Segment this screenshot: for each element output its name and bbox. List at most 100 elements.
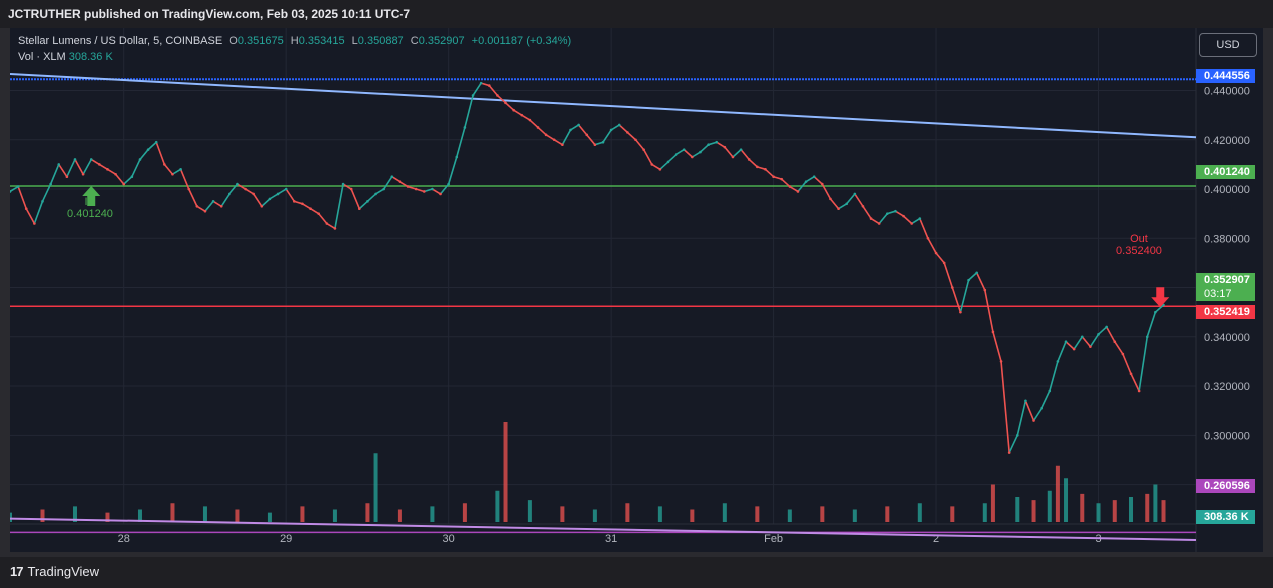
volume-bar <box>1080 493 1085 522</box>
price-point <box>293 200 296 203</box>
price-point <box>528 118 532 122</box>
open-value: 0.351675 <box>237 35 284 47</box>
exit-line-price-tag: 0.352419 <box>1196 305 1255 319</box>
x-tick-label: 29 <box>280 533 292 545</box>
volume-bar <box>10 512 12 522</box>
volume-bar <box>1096 503 1101 522</box>
price-point <box>682 148 686 151</box>
price-point <box>1064 340 1068 344</box>
change-value: +0.001187 (+0.34%) <box>471 35 572 47</box>
out-marker-label: Out 0.352400 <box>1104 233 1174 257</box>
price-point <box>926 236 930 240</box>
volume-label[interactable]: Vol · XLM <box>18 51 66 63</box>
price-point <box>398 180 402 183</box>
volume-bar <box>373 453 378 522</box>
price-point <box>999 360 1003 363</box>
price-point <box>1024 399 1027 403</box>
publisher-bar: JCTRUTHER published on TradingView.com, … <box>0 0 1273 28</box>
price-point <box>496 94 499 97</box>
volume-bar <box>462 503 467 522</box>
price-point <box>89 158 93 161</box>
price-point <box>869 217 873 220</box>
price-point <box>130 175 134 179</box>
price-point <box>171 172 174 176</box>
volume-bar <box>657 506 662 522</box>
volume-bar <box>1153 484 1158 522</box>
price-point <box>431 187 434 191</box>
price-point <box>796 190 800 193</box>
volume-bar <box>1112 500 1117 522</box>
volume-bar <box>885 506 890 522</box>
price-point <box>821 182 824 186</box>
price-point <box>918 217 922 220</box>
price-point <box>122 182 126 186</box>
volume-bar <box>1145 493 1150 522</box>
high-value: 0.353415 <box>298 35 345 47</box>
price-point <box>756 165 759 169</box>
price-point <box>341 182 345 186</box>
price-point <box>236 182 239 186</box>
y-tick-label: 0.380000 <box>1204 233 1250 245</box>
upper-line-price-tag: 0.444556 <box>1196 69 1255 83</box>
price-point <box>1072 347 1076 351</box>
price-point <box>764 168 767 171</box>
volume-bar <box>300 506 305 522</box>
volume-bar <box>1064 478 1069 522</box>
entry-line-price-tag: 0.401240 <box>1196 165 1255 179</box>
price-point <box>358 207 361 211</box>
price-point <box>707 143 710 146</box>
price-point <box>203 209 207 213</box>
volume-bar <box>982 503 987 522</box>
price-point <box>41 200 44 203</box>
price-point <box>991 330 995 334</box>
price-point <box>276 192 280 196</box>
price-point <box>861 204 865 208</box>
price-point <box>260 204 264 208</box>
currency-button[interactable]: USD <box>1199 33 1257 57</box>
volume-bar <box>365 503 370 522</box>
price-point <box>1007 451 1011 454</box>
price-point <box>780 177 784 181</box>
price-point <box>650 163 654 166</box>
y-tick-label: 0.320000 <box>1204 381 1250 393</box>
bar-countdown-tag: 03:17 <box>1196 287 1255 301</box>
price-point <box>886 212 889 215</box>
price-point <box>983 288 987 292</box>
volume-bar <box>852 509 857 522</box>
price-point <box>902 214 905 218</box>
price-point <box>739 148 743 151</box>
volume-value: 308.36 K <box>68 51 113 63</box>
price-point <box>333 227 337 230</box>
chart-area[interactable]: 0.4400000.4200000.4000000.3800000.360000… <box>10 28 1263 552</box>
price-point <box>211 200 215 203</box>
price-point <box>317 212 320 215</box>
volume-bar <box>1047 490 1052 522</box>
price-point <box>1080 335 1084 339</box>
price-point <box>845 202 848 206</box>
x-tick-label: 28 <box>118 533 130 545</box>
price-point <box>81 172 85 176</box>
price-point <box>942 261 946 265</box>
price-point <box>325 222 329 225</box>
price-point <box>666 160 670 164</box>
chart-legend: Stellar Lumens / US Dollar, 5, COINBASE … <box>18 35 571 67</box>
price-point <box>49 182 52 186</box>
volume-bar <box>397 509 402 522</box>
price-point <box>512 108 515 112</box>
price-point <box>1145 335 1149 339</box>
price-point <box>228 192 231 196</box>
out-marker-text: Out <box>1130 233 1148 245</box>
tradingview-brand[interactable]: 17 TradingView <box>10 564 99 579</box>
price-point <box>544 133 548 137</box>
price-point <box>138 158 142 161</box>
x-tick-label: 30 <box>443 533 455 545</box>
price-point <box>853 192 857 196</box>
price-point <box>561 143 564 146</box>
x-tick-label: Feb <box>764 533 783 545</box>
price-point <box>1121 352 1125 356</box>
price-chart-svg[interactable]: 0.4400000.4200000.4000000.3800000.360000… <box>10 28 1263 552</box>
price-point <box>349 187 353 191</box>
y-tick-label: 0.420000 <box>1204 135 1250 147</box>
price-point <box>114 172 117 176</box>
symbol-title[interactable]: Stellar Lumens / US Dollar, 5, COINBASE <box>18 35 222 47</box>
